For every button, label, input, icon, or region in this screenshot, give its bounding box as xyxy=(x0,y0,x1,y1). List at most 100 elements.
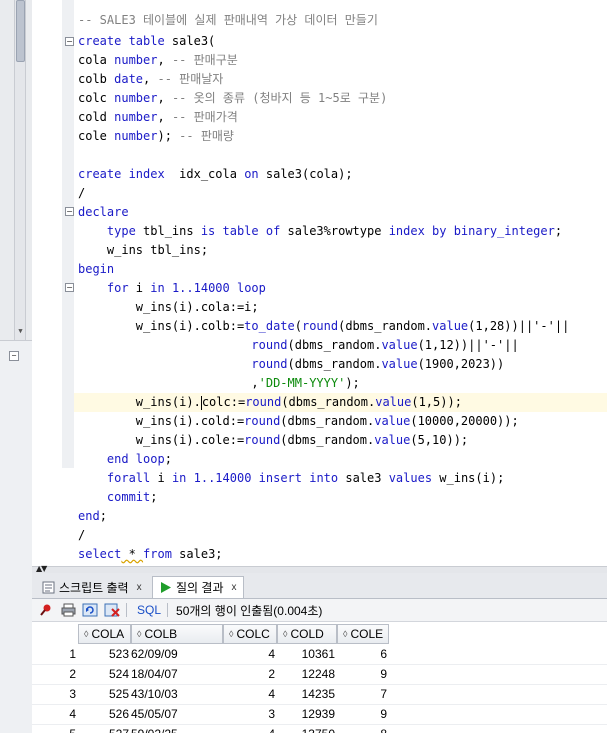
code-line: end loop; xyxy=(78,452,172,466)
code-line: cold number, -- 판매가격 xyxy=(78,110,238,124)
cell-colc[interactable]: 4 xyxy=(223,725,277,733)
column-header-colb[interactable]: ◊ COLB xyxy=(131,624,223,644)
code-line: cola number, -- 판매구분 xyxy=(78,53,238,67)
output-tab-bar: 스크립트 출력 x 질의 결과 x xyxy=(32,573,607,599)
cell-colb[interactable]: 59/02/25 xyxy=(131,725,178,733)
splitter-arrows-icon[interactable]: ▲▼ xyxy=(36,564,47,573)
sort-icon: ◊ xyxy=(229,629,234,639)
cell-cole[interactable]: 9 xyxy=(337,665,389,684)
fold-toggle-icon[interactable]: − xyxy=(65,207,74,216)
code-line: colc number, -- 옷의 종류 (청바지 등 1~5로 구분) xyxy=(78,91,388,105)
sort-icon: ◊ xyxy=(137,629,142,639)
cell-cole[interactable]: 9 xyxy=(337,705,389,724)
left-scrollbar[interactable]: ▼ xyxy=(14,0,26,340)
code-line: w_ins(i).cola:=i; xyxy=(78,300,259,314)
code-line: commit; xyxy=(78,490,158,504)
code-line: ,'DD-MM-YYYY'); xyxy=(78,376,360,390)
run-icon xyxy=(161,582,171,593)
cell-cole[interactable]: 6 xyxy=(337,645,389,664)
scroll-down-arrow-icon[interactable]: ▼ xyxy=(16,327,25,336)
cell-cold[interactable]: 12248 xyxy=(277,665,337,684)
code-line: round(dbms_random.value(1900,2023)) xyxy=(251,357,505,371)
code-line: begin xyxy=(78,262,115,276)
code-line-current: w_ins(i).colc:=round(dbms_random.value(1… xyxy=(78,395,462,410)
code-line: forall i in 1..14000 insert into sale3 v… xyxy=(78,471,505,485)
pane-splitter[interactable]: ▲▼ xyxy=(32,564,607,573)
cell-cola[interactable]: 527 xyxy=(78,725,131,733)
sql-worksheet-editor[interactable]: − − − -- SALE3 테이블에 실제 판매내역 가상 데이터 만들기 c… xyxy=(32,0,607,566)
row-number: 3 xyxy=(69,687,76,701)
cell-cole[interactable]: 8 xyxy=(337,725,389,733)
cell-colc[interactable]: 4 xyxy=(223,685,277,704)
row-number: 1 xyxy=(69,647,76,661)
sort-icon: ◊ xyxy=(283,629,288,639)
fold-toggle-icon[interactable]: − xyxy=(65,37,74,46)
print-icon[interactable] xyxy=(60,602,76,618)
code-line: w_ins(i).cole:=round(dbms_random.value(5… xyxy=(78,433,469,447)
code-line: cole number); -- 판매량 xyxy=(78,129,234,143)
cell-colc[interactable]: 4 xyxy=(223,645,277,664)
fetch-status-text: 50개의 행이 인출됨(0.004초) xyxy=(176,603,323,618)
cell-cold[interactable]: 14235 xyxy=(277,685,337,704)
cell-cola[interactable]: 525 xyxy=(78,685,131,704)
result-toolbar: SQL 50개의 행이 인출됨(0.004초) xyxy=(32,599,607,622)
result-grid[interactable]: ◊ COLA ◊ COLB ◊ COLC ◊ COLD ◊ COLE 1 523 62/0… xyxy=(32,622,607,733)
column-header-cole[interactable]: ◊ COLE xyxy=(337,624,389,644)
cell-cold[interactable]: 10361 xyxy=(277,645,337,664)
code-line: end; xyxy=(78,509,107,523)
cell-colb[interactable]: 45/05/07 xyxy=(131,705,178,724)
fold-toggle-icon[interactable]: − xyxy=(65,283,74,292)
cell-cola[interactable]: 523 xyxy=(78,645,131,664)
close-icon[interactable]: x xyxy=(137,582,142,593)
script-output-icon xyxy=(42,581,55,593)
cell-cold[interactable]: 13750 xyxy=(277,725,337,733)
sql-link[interactable]: SQL xyxy=(137,603,161,617)
tab-query-result[interactable]: 질의 결과 x xyxy=(152,576,244,598)
cell-colc[interactable]: 3 xyxy=(223,705,277,724)
fold-gutter xyxy=(62,0,74,468)
clear-results-icon[interactable] xyxy=(104,602,120,618)
code-line: colb date, -- 판매날자 xyxy=(78,72,224,86)
collapse-icon[interactable]: − xyxy=(9,351,19,361)
row-number: 2 xyxy=(69,667,76,681)
code-line: for i in 1..14000 loop xyxy=(78,281,266,295)
column-header-cola[interactable]: ◊ COLA xyxy=(78,624,131,644)
tab-script-output[interactable]: 스크립트 출력 x xyxy=(36,576,148,598)
pin-icon[interactable] xyxy=(38,602,54,618)
left-side-panel: ▼ − xyxy=(0,0,32,733)
row-number: 4 xyxy=(69,707,76,721)
column-header-cold[interactable]: ◊ COLD xyxy=(277,624,337,644)
refresh-icon[interactable] xyxy=(82,602,98,618)
left-scrollbar-thumb[interactable] xyxy=(16,0,25,62)
code-line: w_ins tbl_ins; xyxy=(78,243,209,257)
cell-cola[interactable]: 524 xyxy=(78,665,131,684)
toolbar-separator xyxy=(126,603,127,617)
column-header-colc[interactable]: ◊ COLC xyxy=(223,624,277,644)
cell-cola[interactable]: 526 xyxy=(78,705,131,724)
code-line: round(dbms_random.value(1,12))||'-'|| xyxy=(251,338,519,352)
code-line: w_ins(i).colb:=to_date(round(dbms_random… xyxy=(78,319,570,333)
cell-colb[interactable]: 62/09/09 xyxy=(131,645,178,664)
cell-colb[interactable]: 43/10/03 xyxy=(131,685,178,704)
cell-colc[interactable]: 2 xyxy=(223,665,277,684)
cell-cole[interactable]: 7 xyxy=(337,685,389,704)
code-line: type tbl_ins is table of sale3%rowtype i… xyxy=(78,224,563,238)
sort-icon: ◊ xyxy=(343,629,348,639)
code-line: / xyxy=(78,528,86,542)
tab-query-result-label: 질의 결과 xyxy=(176,581,224,595)
code-line: create index idx_cola on sale3(cola); xyxy=(78,167,353,181)
code-line: w_ins(i).cold:=round(dbms_random.value(1… xyxy=(78,414,519,428)
code-line: declare xyxy=(78,205,129,219)
code-line: select * from sale3; xyxy=(78,547,223,561)
code-line: / xyxy=(78,186,86,200)
row-number: 5 xyxy=(32,725,78,733)
cell-colb[interactable]: 18/04/07 xyxy=(131,665,178,684)
code-line: -- SALE3 테이블에 실제 판매내역 가상 데이터 만들기 xyxy=(78,13,378,27)
left-lower-panel: − xyxy=(0,340,32,733)
sort-icon: ◊ xyxy=(84,629,89,639)
close-icon[interactable]: x xyxy=(232,582,237,593)
code-line: create table sale3( xyxy=(78,34,216,48)
toolbar-separator xyxy=(167,603,169,617)
cell-cold[interactable]: 12939 xyxy=(277,705,337,724)
tab-script-output-label: 스크립트 출력 xyxy=(59,580,129,595)
